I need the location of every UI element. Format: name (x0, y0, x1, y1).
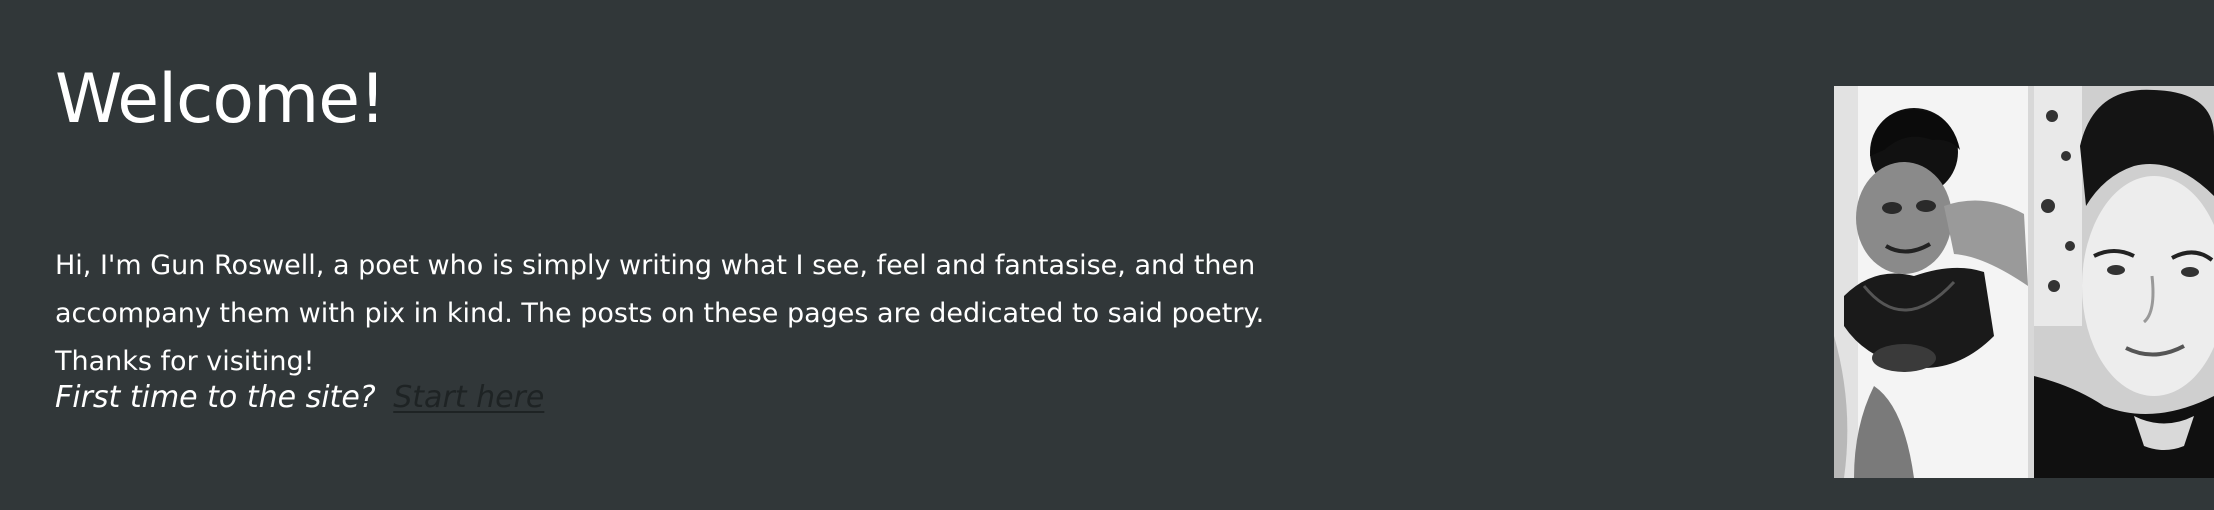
author-photo-collage (1834, 86, 2214, 478)
welcome-section: Welcome! Hi, I'm Gun Roswell, a poet who… (0, 0, 2214, 510)
cta-line: First time to the site? Start here (55, 374, 544, 422)
page-title: Welcome! (55, 60, 386, 139)
welcome-text-block: Welcome! Hi, I'm Gun Roswell, a poet who… (55, 52, 1295, 415)
author-photo-image (1834, 86, 2214, 478)
cta-question: First time to the site? (55, 380, 376, 415)
start-here-link[interactable]: Start here (393, 380, 544, 415)
intro-paragraph: Hi, I'm Gun Roswell, a poet who is simpl… (55, 250, 1265, 377)
